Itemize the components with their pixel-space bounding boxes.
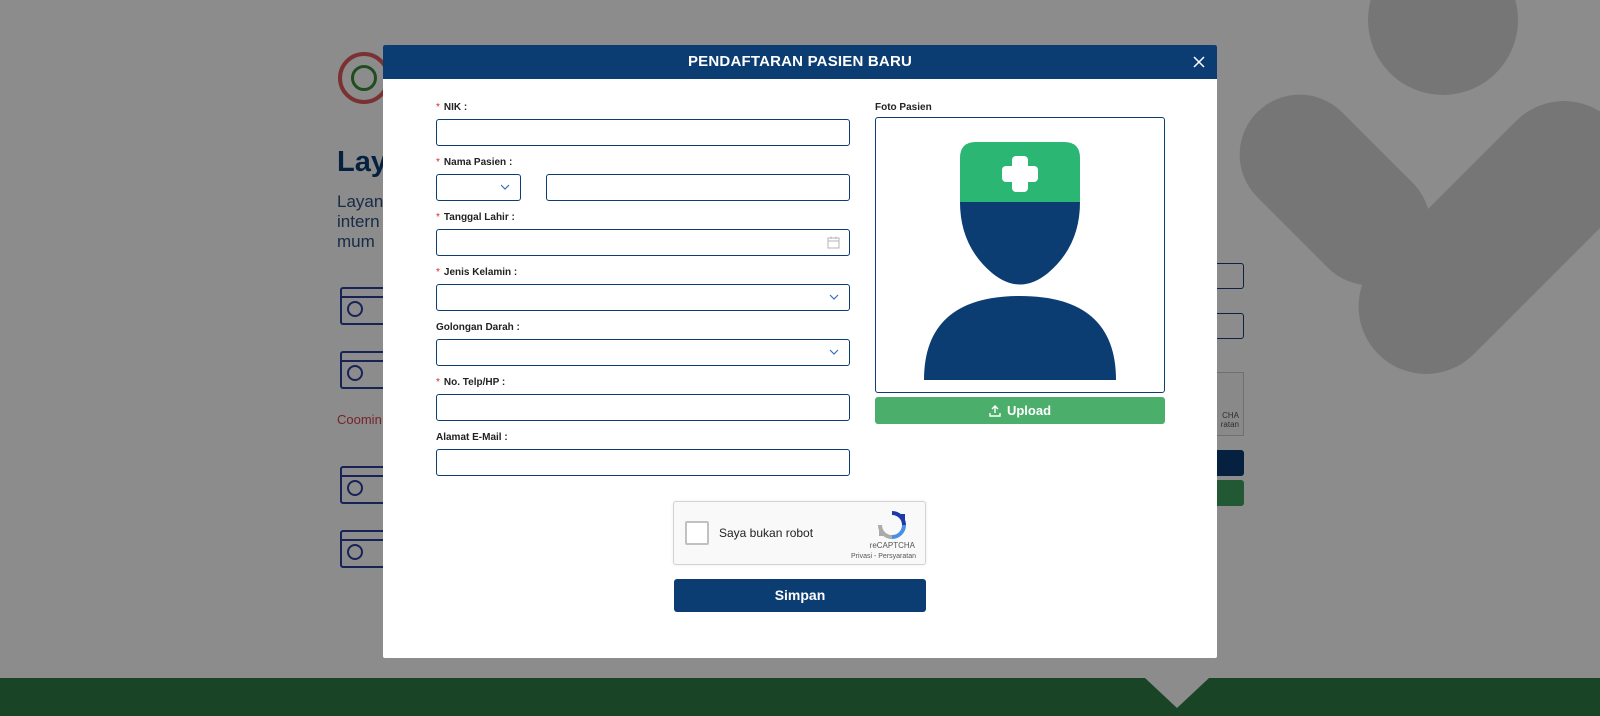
- nama-pasien-input[interactable]: [546, 174, 850, 201]
- email-input[interactable]: [436, 449, 850, 476]
- golongan-darah-select[interactable]: [436, 339, 850, 366]
- telp-label: * No. Telp/HP :: [436, 377, 506, 388]
- upload-button[interactable]: Upload: [875, 397, 1165, 424]
- tanggal-lahir-input[interactable]: [436, 229, 850, 256]
- nik-label: * NIK :: [436, 102, 468, 113]
- registration-modal: PENDAFTARAN PASIEN BARU * NIK : * Nama Pas…: [383, 45, 1217, 658]
- modal-title: PENDAFTARAN PASIEN BARU: [687, 53, 913, 70]
- foto-pasien-label: Foto Pasien: [875, 102, 932, 113]
- email-label: Alamat E-Mail :: [436, 432, 508, 443]
- jenis-kelamin-label: * Jenis Kelamin :: [436, 267, 518, 278]
- recaptcha-brand: reCAPTCHA: [869, 541, 915, 550]
- recaptcha-links[interactable]: Privasi - Persyaratan: [851, 553, 916, 560]
- patient-avatar-icon: [924, 142, 1116, 380]
- nama-pasien-label: * Nama Pasien :: [436, 157, 513, 168]
- recaptcha-label: Saya bukan robot: [719, 526, 814, 540]
- upload-icon: [989, 404, 1001, 417]
- chevron-down-icon: [500, 184, 510, 190]
- recaptcha-logo-icon: [878, 511, 906, 539]
- telp-input[interactable]: [436, 394, 850, 421]
- tanggal-lahir-label: * Tanggal Lahir :: [436, 212, 515, 223]
- calendar-icon[interactable]: [827, 236, 840, 249]
- recaptcha-checkbox[interactable]: [685, 521, 709, 545]
- golongan-darah-label: Golongan Darah :: [436, 322, 520, 333]
- title-select[interactable]: [436, 174, 521, 201]
- photo-preview: [875, 117, 1165, 393]
- close-icon[interactable]: [1187, 50, 1211, 74]
- save-button[interactable]: Simpan: [674, 579, 926, 612]
- jenis-kelamin-select[interactable]: [436, 284, 850, 311]
- modal-header: PENDAFTARAN PASIEN BARU: [383, 45, 1217, 79]
- nik-input[interactable]: [436, 119, 850, 146]
- chevron-down-icon: [829, 294, 839, 300]
- chevron-down-icon: [829, 349, 839, 355]
- recaptcha-widget: Saya bukan robot reCAPTCHA Privasi - Per…: [673, 501, 926, 565]
